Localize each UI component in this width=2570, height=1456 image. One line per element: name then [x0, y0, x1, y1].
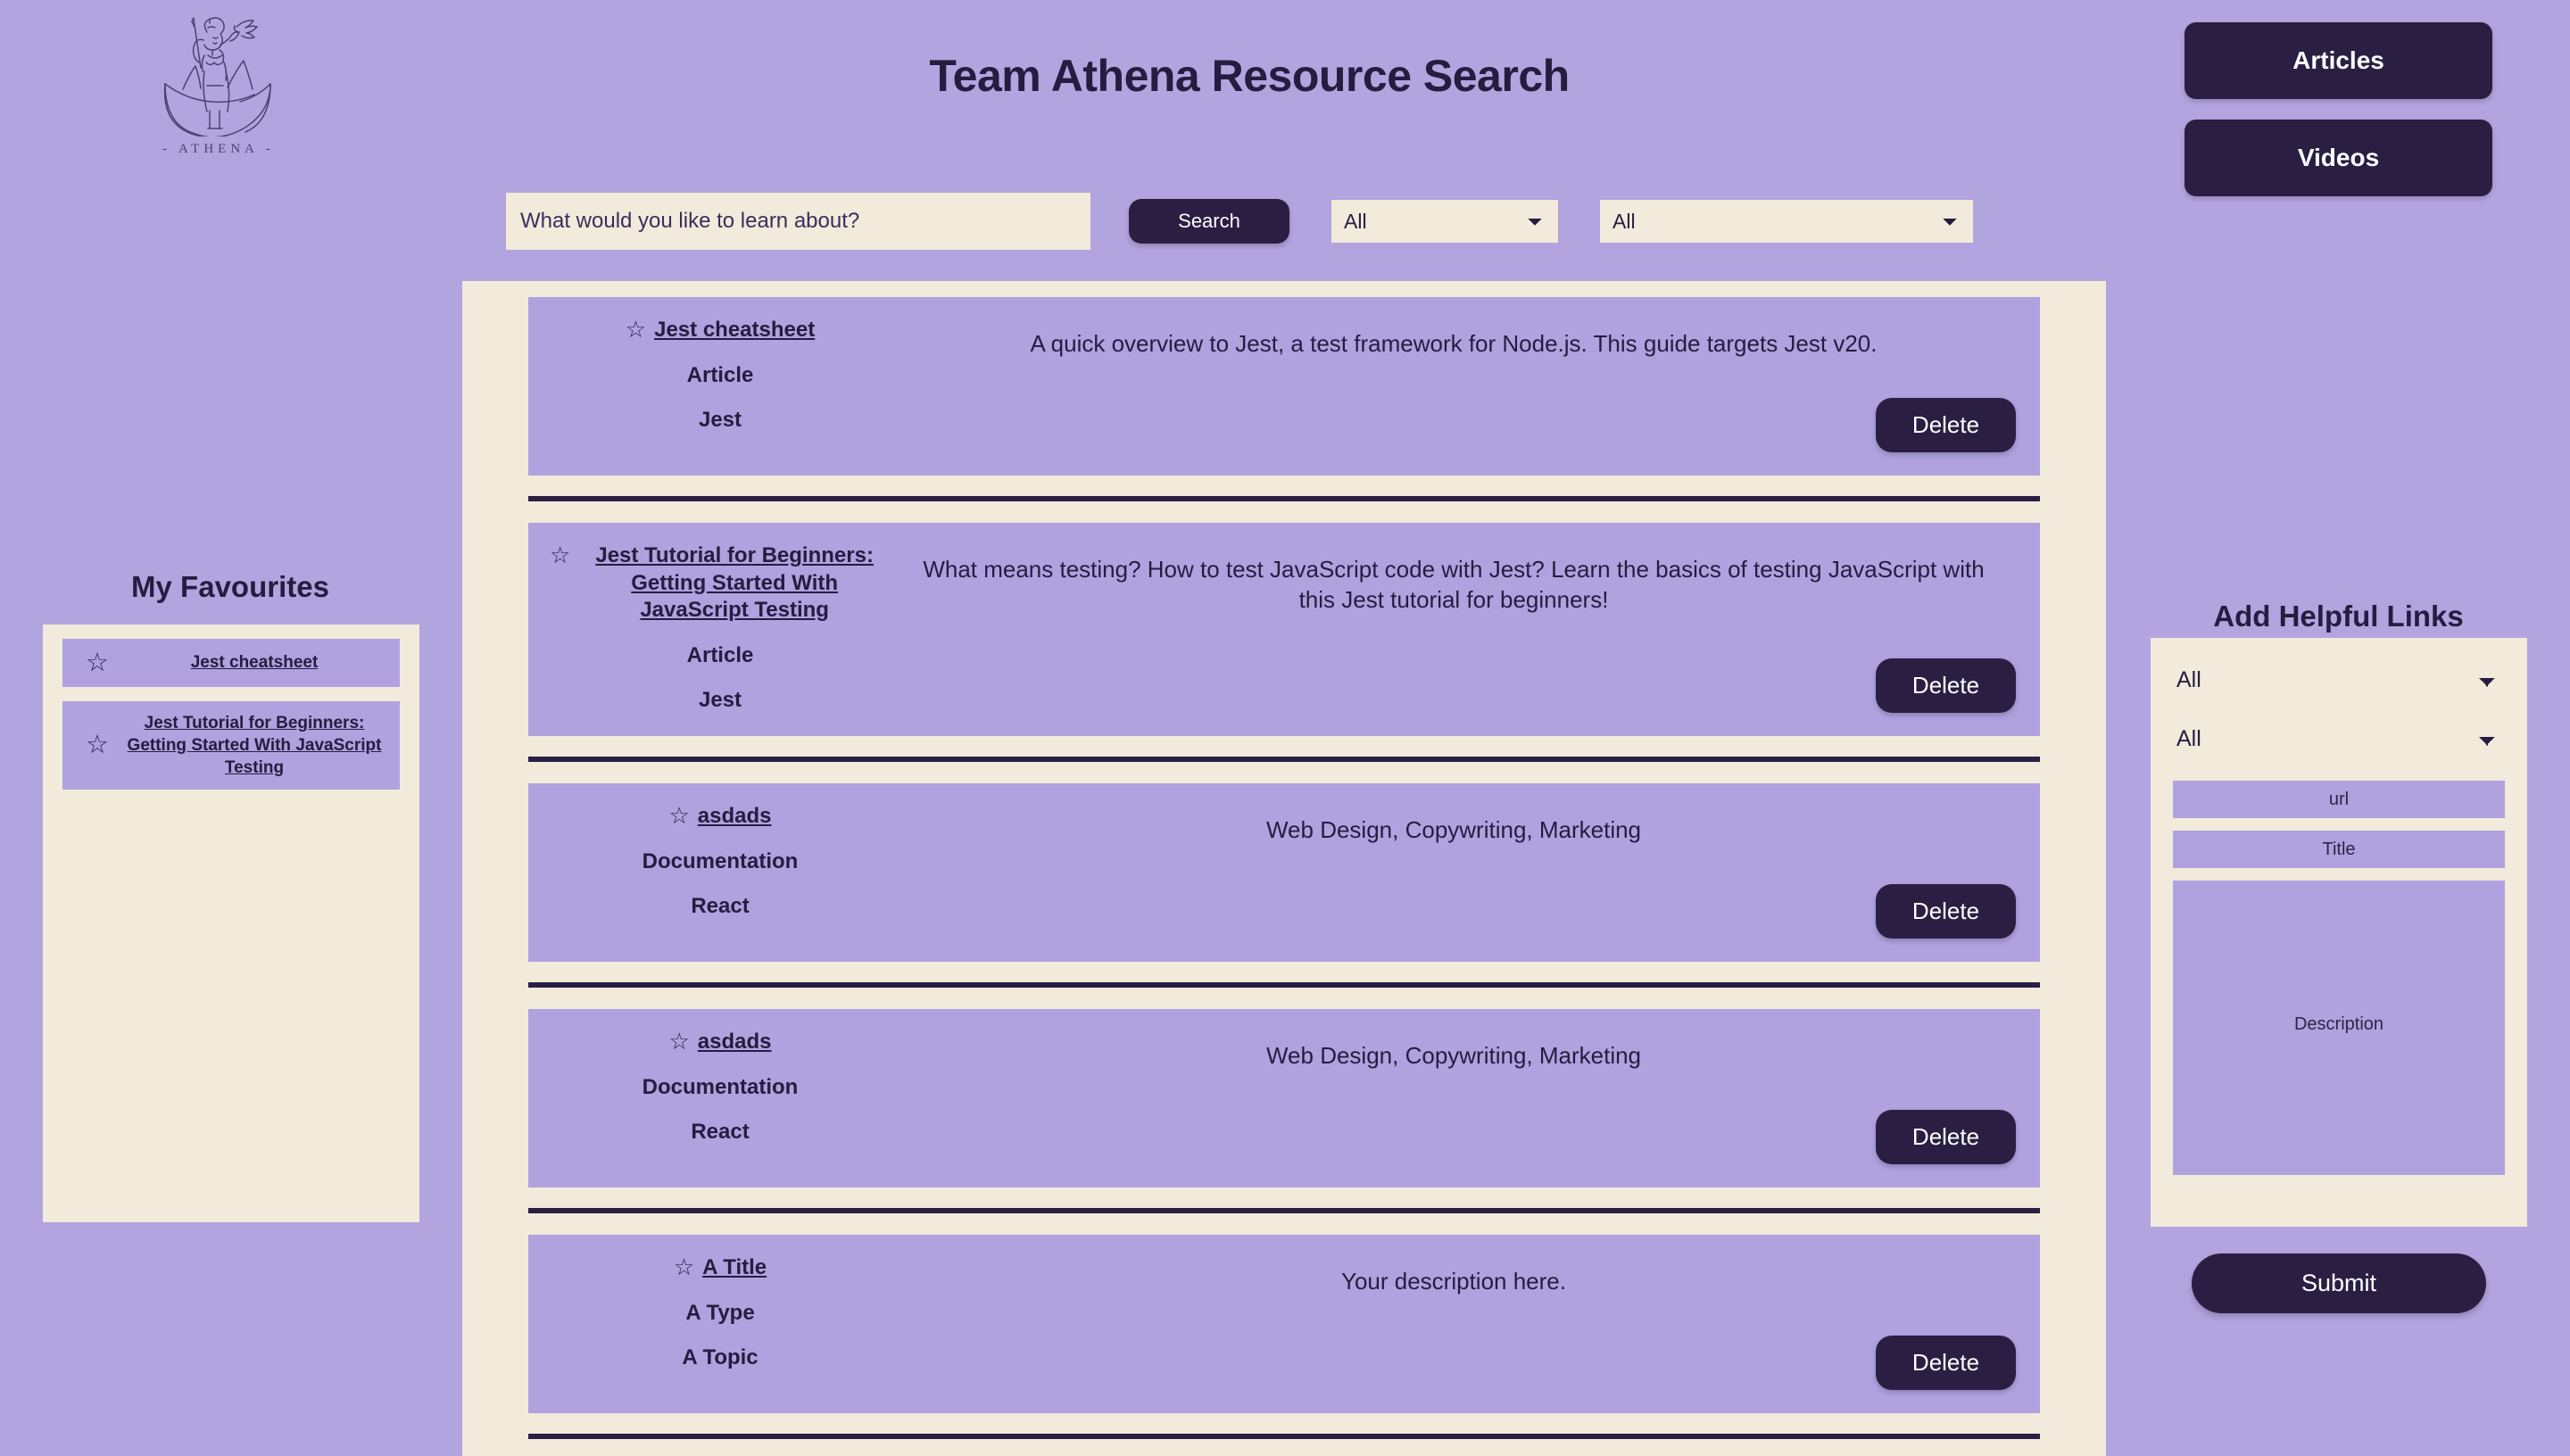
star-icon[interactable]: ☆ — [626, 316, 646, 343]
star-icon[interactable]: ☆ — [674, 1254, 694, 1280]
description-textarea[interactable] — [2173, 881, 2505, 1175]
add-links-form: All All — [2151, 638, 2527, 1227]
result-title-link[interactable]: asdads — [698, 803, 772, 831]
result-topic: Jest — [698, 407, 742, 432]
nav-button-videos[interactable]: Videos — [2184, 120, 2492, 196]
topic-filter-select[interactable]: All — [1600, 200, 1973, 243]
result-topic: React — [691, 893, 750, 918]
submit-button[interactable]: Submit — [2192, 1253, 2486, 1313]
delete-button[interactable]: Delete — [1876, 398, 2016, 452]
result-card-meta: ☆ Jest cheatsheet Article Jest — [528, 316, 912, 433]
result-card: ☆ Jest Tutorial for Beginners: Getting S… — [528, 523, 2040, 737]
card-separator — [528, 1208, 2040, 1214]
star-icon[interactable]: ☆ — [71, 649, 123, 676]
favourite-list-item[interactable]: ☆ Jest Tutorial for Beginners: Getting S… — [62, 701, 400, 790]
result-topic: A Topic — [682, 1344, 759, 1369]
result-description: Web Design, Copywriting, Marketing — [1265, 816, 1642, 844]
result-description: A quick overview to Jest, a test framewo… — [1030, 330, 1878, 357]
card-separator — [528, 757, 2040, 763]
search-button[interactable]: Search — [1129, 199, 1289, 244]
nav-button-articles[interactable]: Articles — [2184, 22, 2492, 99]
result-topic: React — [691, 1119, 750, 1144]
result-title-link[interactable]: Jest Tutorial for Beginners: Getting Sta… — [578, 542, 891, 625]
top-nav: Articles Videos — [2184, 22, 2492, 217]
result-card: ☆ Jest cheatsheet Article Jest A quick o… — [528, 297, 2040, 476]
favourite-list-item[interactable]: ☆ Jest cheatsheet — [62, 639, 400, 687]
result-description: What means testing? How to test JavaScri… — [923, 556, 1985, 613]
card-separator — [528, 1434, 2040, 1440]
form-topic-select[interactable]: All — [2173, 709, 2505, 768]
star-icon[interactable]: ☆ — [550, 542, 570, 568]
favourites-title: My Favourites — [131, 570, 329, 604]
result-type: Article — [686, 643, 754, 668]
type-filter-select[interactable]: All — [1331, 200, 1558, 243]
result-card-meta: ☆ A Title A Type A Topic — [528, 1254, 912, 1370]
result-topic: Jest — [698, 688, 742, 713]
star-icon[interactable]: ☆ — [71, 732, 123, 758]
url-input[interactable] — [2173, 781, 2505, 818]
result-type: Article — [686, 362, 754, 387]
favourite-link[interactable]: Jest cheatsheet — [123, 651, 391, 674]
card-separator — [528, 982, 2040, 989]
brand-wordmark: - ATHENA - — [162, 142, 275, 156]
delete-button[interactable]: Delete — [1876, 1336, 2016, 1391]
result-type: Documentation — [642, 848, 799, 873]
title-input[interactable] — [2173, 831, 2505, 868]
star-icon[interactable]: ☆ — [668, 803, 689, 829]
result-title-link[interactable]: Jest cheatsheet — [654, 317, 815, 344]
delete-button[interactable]: Delete — [1876, 884, 2016, 939]
result-title-link[interactable]: A Title — [702, 1254, 767, 1282]
result-title-link[interactable]: asdads — [698, 1029, 772, 1056]
brand-logo: - ATHENA - — [129, 16, 308, 157]
result-card-meta: ☆ asdads Documentation React — [528, 1029, 912, 1145]
add-links-title: Add Helpful Links — [2213, 600, 2464, 633]
results-panel: ☆ Jest cheatsheet Article Jest A quick o… — [462, 281, 2106, 1456]
page-title: Team Athena Resource Search — [929, 50, 1570, 101]
result-card: ☆ asdads Documentation React Web Design,… — [528, 1009, 2040, 1188]
search-bar: Search All All — [506, 193, 1973, 250]
result-description: Your description here. — [1341, 1268, 1566, 1295]
card-separator — [528, 496, 2040, 501]
result-card-meta: ☆ Jest Tutorial for Beginners: Getting S… — [528, 542, 912, 713]
result-card: ☆ asdads Documentation React Web Design,… — [528, 783, 2040, 963]
result-type: Documentation — [642, 1074, 799, 1099]
result-type: A Type — [685, 1300, 755, 1325]
delete-button[interactable]: Delete — [1876, 1110, 2016, 1165]
form-type-select[interactable]: All — [2173, 650, 2505, 709]
favourite-link[interactable]: Jest Tutorial for Beginners: Getting Sta… — [123, 712, 391, 779]
favourites-panel: ☆ Jest cheatsheet ☆ Jest Tutorial for Be… — [43, 625, 419, 1222]
result-card: ☆ A Title A Type A Topic Your descriptio… — [528, 1235, 2040, 1414]
search-input[interactable] — [506, 193, 1090, 250]
result-card-meta: ☆ asdads Documentation React — [528, 803, 912, 919]
delete-button[interactable]: Delete — [1876, 658, 2016, 714]
star-icon[interactable]: ☆ — [668, 1029, 689, 1055]
athena-statue-icon — [129, 16, 308, 136]
result-description: Web Design, Copywriting, Marketing — [1265, 1042, 1642, 1070]
